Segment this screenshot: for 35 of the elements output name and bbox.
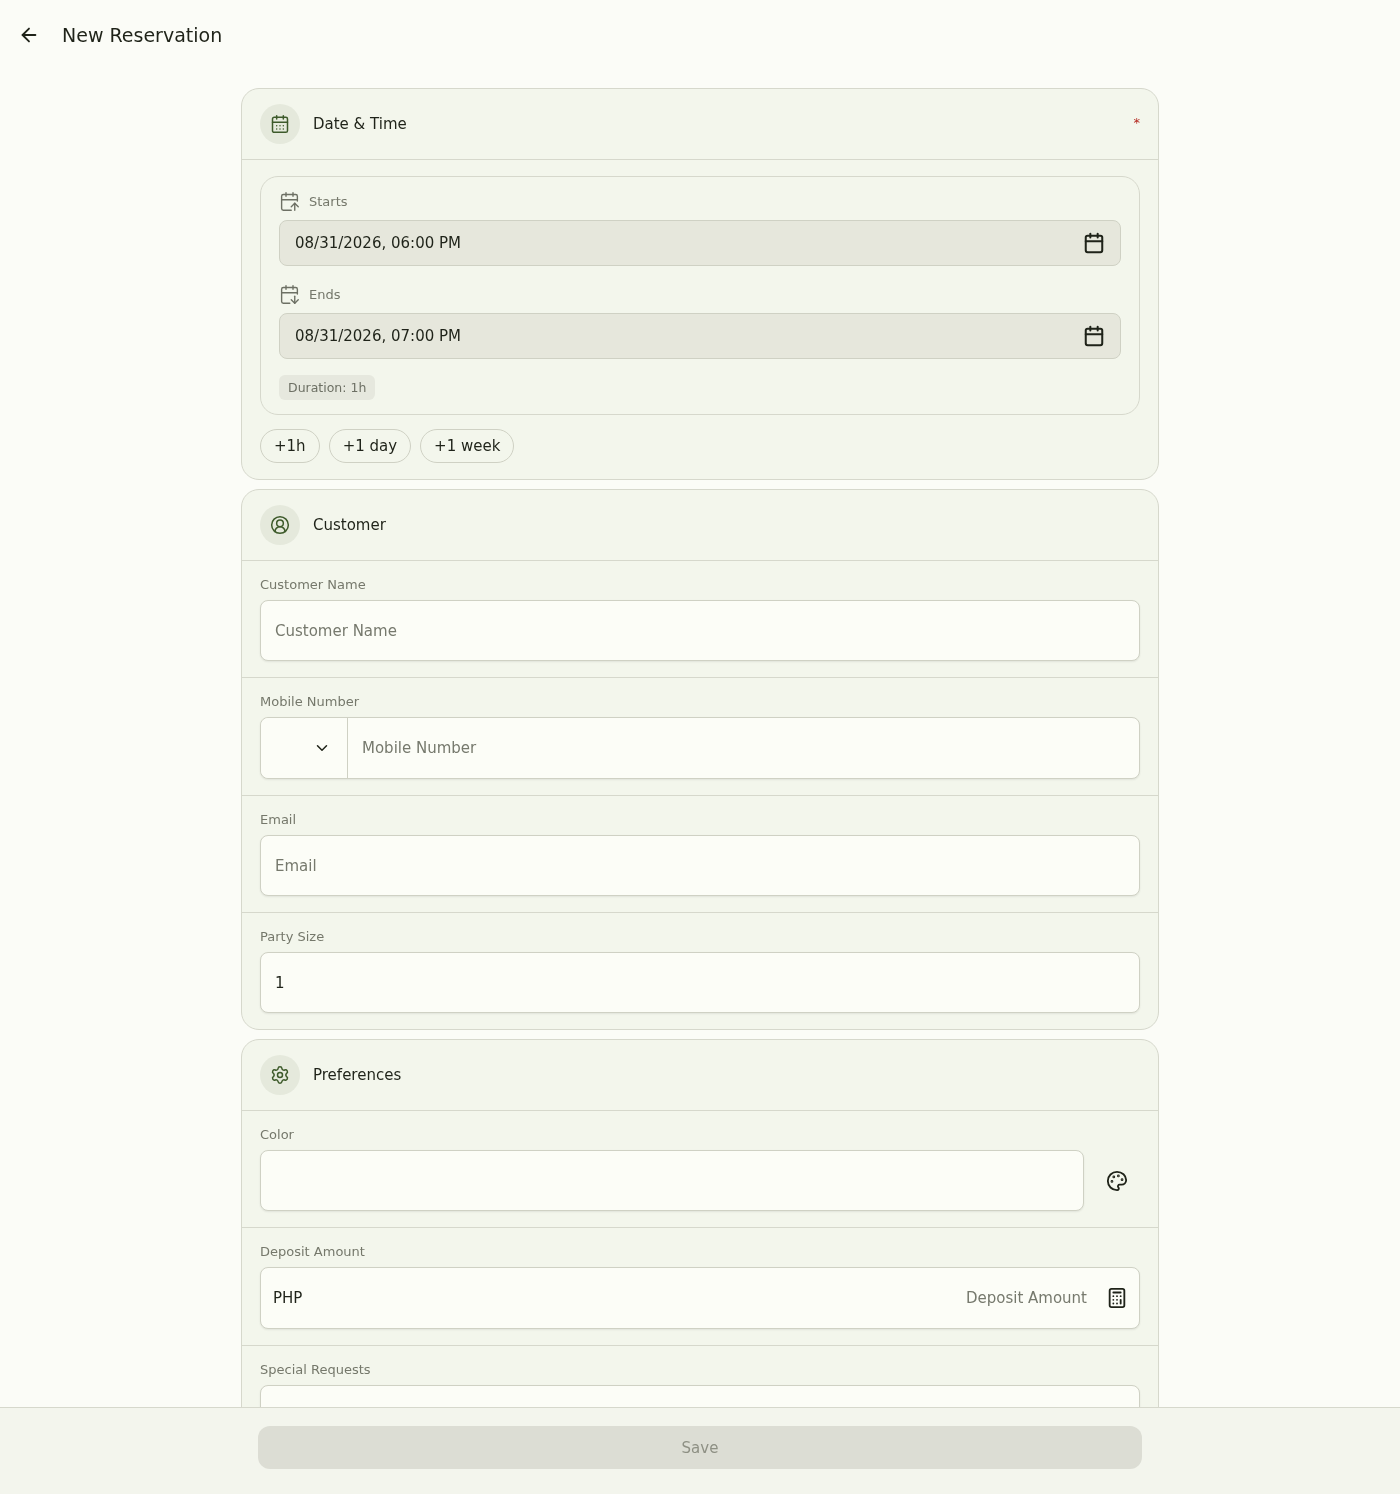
text-field[interactable]: 1 [260, 952, 1140, 1013]
quick-add-chip[interactable]: +1 week [420, 429, 515, 463]
calculator-icon[interactable] [1106, 1287, 1128, 1309]
currency-prefix: PHP [273, 1289, 303, 1307]
section-title: Date & Time [313, 115, 408, 133]
field-label: Ends [309, 287, 341, 302]
field-label: Party Size [260, 929, 326, 944]
calendar-icon[interactable] [1083, 325, 1105, 347]
text-field[interactable]: Email [260, 835, 1140, 896]
field-label: Deposit Amount [260, 1244, 366, 1259]
field-label: Starts [309, 194, 348, 209]
quick-add-chip[interactable]: +1 day [328, 429, 412, 463]
page-title: New Reservation [62, 24, 223, 46]
phone-field[interactable]: Mobile Number [260, 717, 1140, 779]
calendar-down-arrow-icon [279, 284, 300, 305]
color-field[interactable] [260, 1150, 1084, 1211]
section-icon [260, 1055, 300, 1095]
section-icon [260, 505, 300, 545]
section-title: Preferences [313, 1066, 403, 1084]
quick-add-chip[interactable]: +1h [260, 429, 320, 463]
field-label: Customer Name [260, 577, 367, 592]
palette-icon[interactable] [1106, 1169, 1128, 1192]
duration-badge: Duration: 1h [279, 375, 376, 400]
text-field[interactable]: Customer Name [260, 600, 1140, 661]
date-time-field[interactable]: 08/31/2026, 06:00 PM [279, 220, 1121, 266]
field-label: Mobile Number [260, 694, 360, 709]
section-title: Customer [313, 516, 387, 534]
required-mark: * [1133, 115, 1140, 130]
field-label: Email [260, 812, 298, 827]
calendar-up-arrow-icon [279, 191, 300, 212]
field-label: Special Requests [260, 1362, 372, 1377]
date-time-field[interactable]: 08/31/2026, 07:00 PM [279, 313, 1121, 359]
section-icon [260, 104, 300, 144]
field-label: Color [260, 1127, 295, 1142]
calendar-icon[interactable] [1083, 232, 1105, 254]
